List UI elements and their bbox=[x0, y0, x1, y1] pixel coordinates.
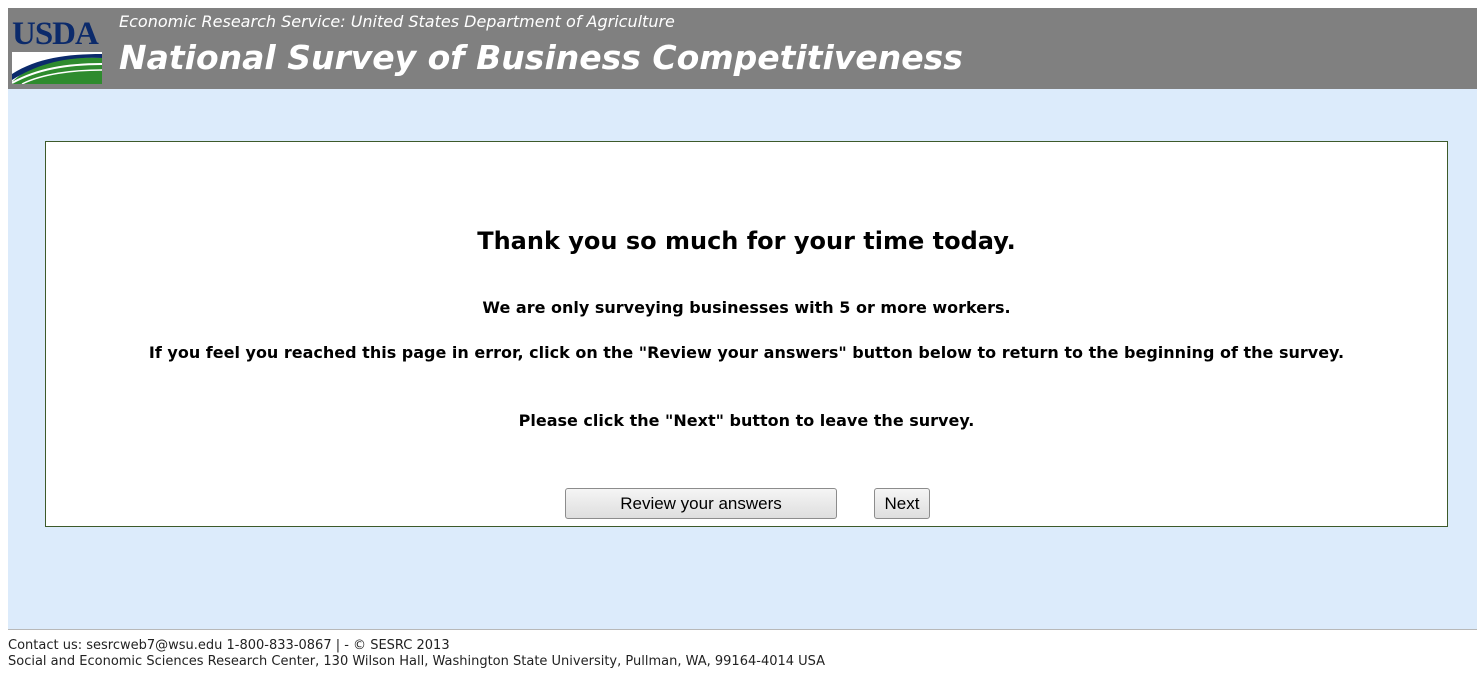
message-panel: Thank you so much for your time today. W… bbox=[45, 141, 1448, 527]
next-button[interactable]: Next bbox=[874, 488, 930, 519]
next-instruction-text: Please click the "Next" button to leave … bbox=[518, 411, 975, 430]
error-instruction-text: If you feel you reached this page in err… bbox=[148, 343, 1345, 362]
site-header: USDA Economic Research Service: United S… bbox=[8, 8, 1477, 89]
footer-contact: Contact us: sesrcweb7@wsu.edu 1-800-833-… bbox=[8, 638, 450, 653]
usda-logo-text: USDA bbox=[12, 16, 99, 52]
header-subtitle: Economic Research Service: United States… bbox=[119, 12, 675, 31]
thank-you-heading: Thank you so much for your time today. bbox=[477, 227, 1016, 255]
usda-field-icon bbox=[12, 52, 102, 84]
footer-divider bbox=[8, 629, 1477, 630]
eligibility-text: We are only surveying businesses with 5 … bbox=[482, 298, 1011, 317]
footer-address: Social and Economic Sciences Research Ce… bbox=[8, 654, 826, 669]
site-footer: Contact us: sesrcweb7@wsu.edu 1-800-833-… bbox=[8, 638, 825, 670]
survey-page: USDA Economic Research Service: United S… bbox=[0, 0, 1477, 677]
page-title: National Survey of Business Competitiven… bbox=[119, 38, 963, 77]
usda-logo: USDA bbox=[12, 16, 104, 84]
review-answers-button[interactable]: Review your answers bbox=[565, 488, 837, 519]
